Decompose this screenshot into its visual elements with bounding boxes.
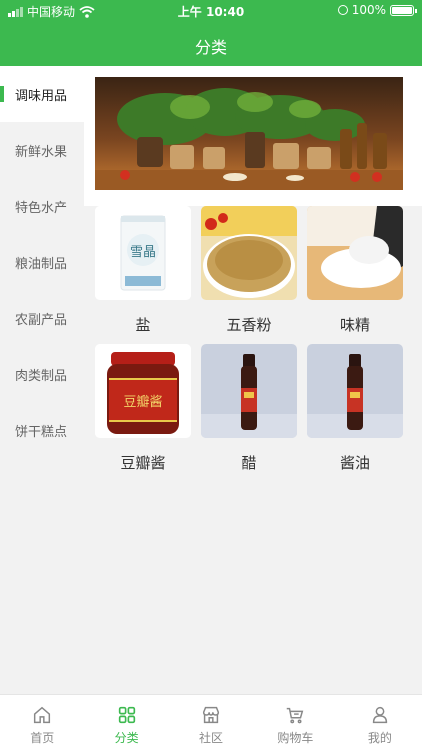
sidebar-item-biscuit[interactable]: 饼干糕点 <box>0 402 84 458</box>
sidebar-item-label: 粮油制品 <box>15 256 68 272</box>
product-name: 味精 <box>339 316 370 334</box>
product-image: 豆瓣酱 <box>95 344 191 438</box>
sidebar-item-seasoning[interactable]: 调味用品 <box>0 66 84 122</box>
sidebar-item-aquatic[interactable]: 特色水产 <box>0 178 84 234</box>
product-card-vinegar[interactable]: 醋 <box>201 344 297 473</box>
sidebar-item-label: 农副产品 <box>15 312 68 328</box>
cart-icon <box>287 707 304 724</box>
product-image <box>201 206 297 300</box>
product-name: 五香粉 <box>226 316 272 334</box>
banner-container <box>84 66 422 206</box>
tab-profile[interactable]: 我的 <box>338 695 422 750</box>
product-card-salt[interactable]: 雪晶 盐 <box>95 206 191 335</box>
category-icon <box>118 706 135 724</box>
product-name: 酱油 <box>339 454 370 472</box>
category-banner[interactable] <box>95 77 403 190</box>
product-card-msg[interactable]: 味精 <box>307 206 403 335</box>
product-image-text: 豆瓣酱 <box>123 395 162 410</box>
product-card-bean-paste[interactable]: 豆瓣酱 豆瓣酱 <box>95 344 191 473</box>
product-name: 盐 <box>135 316 151 334</box>
sidebar-item-farm[interactable]: 农副产品 <box>0 290 84 346</box>
product-card-five-spice[interactable]: 五香粉 <box>201 206 297 335</box>
product-image-text: 雪晶 <box>130 245 156 260</box>
bottom-tab-bar: 首页 分类 社区 购物车 我的 <box>0 694 422 750</box>
sidebar-item-meat[interactable]: 肉类制品 <box>0 346 84 402</box>
store-icon <box>202 706 220 724</box>
battery-icon <box>390 4 417 16</box>
tab-label: 购物车 <box>277 731 314 745</box>
category-sidebar: 调味用品 新鲜水果 特色水产 粮油制品 农副产品 肉类制品 饼干糕点 <box>0 66 84 458</box>
product-image <box>201 344 297 438</box>
sidebar-item-label: 饼干糕点 <box>15 424 68 440</box>
tab-home[interactable]: 首页 <box>0 695 84 750</box>
battery-percent: 100% <box>351 3 386 17</box>
user-icon <box>372 706 387 724</box>
rotation-lock-icon <box>337 5 348 15</box>
tab-category[interactable]: 分类 <box>84 695 168 750</box>
tab-label: 我的 <box>367 731 392 745</box>
tab-cart[interactable]: 购物车 <box>253 695 337 750</box>
sidebar-item-fruit[interactable]: 新鲜水果 <box>0 122 84 178</box>
tab-community[interactable]: 社区 <box>169 695 253 750</box>
product-image <box>307 206 403 300</box>
sidebar-item-label: 调味用品 <box>15 88 68 104</box>
product-image: 雪晶 <box>95 206 191 300</box>
sidebar-item-label: 特色水产 <box>15 200 68 216</box>
sidebar-item-label: 新鲜水果 <box>15 144 68 160</box>
home-icon <box>34 706 51 724</box>
product-card-soy-sauce[interactable]: 酱油 <box>307 344 403 473</box>
sidebar-item-label: 肉类制品 <box>15 368 68 384</box>
product-name: 豆瓣酱 <box>120 454 166 472</box>
product-image <box>307 344 403 438</box>
header: 中国移动 上午 10:40 100% 分类 <box>0 0 422 66</box>
product-name: 醋 <box>241 454 257 472</box>
page-title: 分类 <box>194 38 227 57</box>
status-bar: 中国移动 上午 10:40 100% <box>0 0 422 22</box>
tab-label: 分类 <box>114 731 139 745</box>
sidebar-item-grain-oil[interactable]: 粮油制品 <box>0 234 84 290</box>
tab-label: 首页 <box>30 731 55 745</box>
tab-label: 社区 <box>199 731 224 745</box>
